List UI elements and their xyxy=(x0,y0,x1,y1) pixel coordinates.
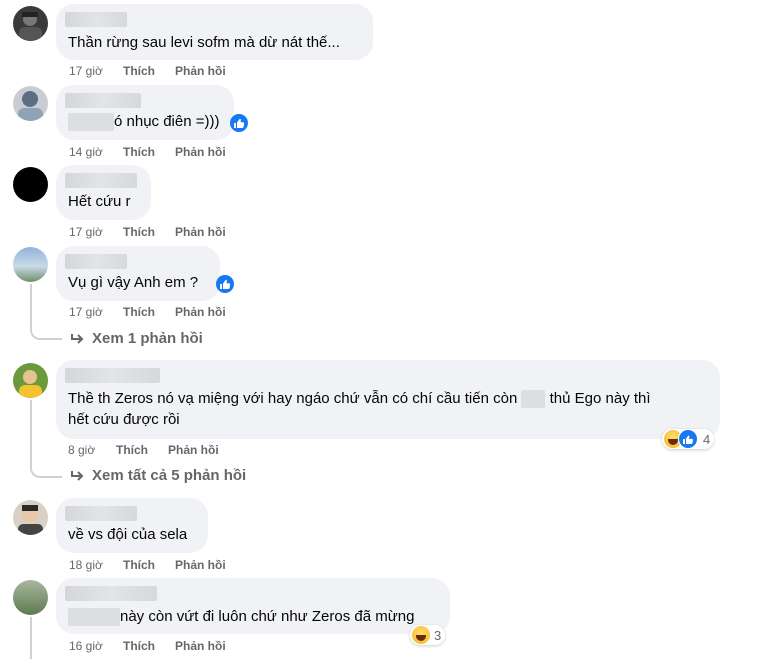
haha-reaction-icon xyxy=(412,626,430,644)
reaction-summary[interactable]: 4 xyxy=(662,429,715,449)
comment-actions: 14 giờ Thích Phản hồi xyxy=(69,145,226,159)
like-button[interactable]: Thích xyxy=(123,145,175,159)
blurred-text xyxy=(521,390,546,409)
reply-button[interactable]: Phản hồi xyxy=(168,443,219,457)
timestamp[interactable]: 17 giờ xyxy=(69,64,123,78)
like-button[interactable]: Thích xyxy=(123,558,175,572)
like-button[interactable]: Thích xyxy=(123,64,175,78)
view-replies-label: Xem 1 phản hồi xyxy=(92,330,203,347)
thread-line xyxy=(30,400,32,466)
author-name[interactable] xyxy=(65,173,137,188)
avatar[interactable] xyxy=(13,363,48,398)
comment-text: ó nhục điên =))) xyxy=(68,112,219,132)
comment-bubble: Thần rừng sau levi sofm mà dừ nát thế... xyxy=(56,4,373,60)
comment-bubble: ó nhục điên =))) xyxy=(56,85,234,140)
author-name[interactable] xyxy=(65,12,127,27)
verified-badge-icon xyxy=(230,114,248,132)
comment-bubble: Thề th Zeros nó vạ miệng với hay ngáo ch… xyxy=(56,360,720,439)
comment-actions: 17 giờ Thích Phản hồi xyxy=(69,305,226,319)
thread-connector xyxy=(30,464,62,478)
timestamp[interactable]: 16 giờ xyxy=(69,639,123,653)
like-reaction-icon xyxy=(678,429,698,449)
reaction-count: 4 xyxy=(703,431,711,447)
comment-bubble: Vụ gì vậy Anh em ? xyxy=(56,246,220,301)
reply-button[interactable]: Phản hồi xyxy=(175,64,226,78)
avatar[interactable] xyxy=(13,580,48,615)
reply-button[interactable]: Phản hồi xyxy=(175,225,226,239)
view-replies-label: Xem tất cả 5 phản hồi xyxy=(92,467,247,484)
comment-text: Hết cứu r xyxy=(68,193,131,210)
blurred-text xyxy=(68,608,120,627)
author-name[interactable] xyxy=(65,93,141,108)
timestamp[interactable]: 8 giờ xyxy=(68,443,116,457)
blurred-text xyxy=(68,113,114,132)
thread-line xyxy=(30,284,32,328)
like-button[interactable]: Thích xyxy=(116,443,168,457)
author-name[interactable] xyxy=(65,586,157,601)
comment-bubble: về vs đội của sela xyxy=(56,498,208,553)
comment-bubble: Hết cứu r xyxy=(56,165,151,220)
author-name[interactable] xyxy=(65,506,137,521)
view-replies-link[interactable]: Xem 1 phản hồi xyxy=(70,330,203,347)
author-name[interactable] xyxy=(65,254,127,269)
reply-button[interactable]: Phản hồi xyxy=(175,639,226,653)
reaction-summary[interactable]: 3 xyxy=(410,625,446,645)
comment-text-line2: hết cứu được rồi xyxy=(68,411,180,428)
verified-badge-icon xyxy=(216,275,234,293)
avatar[interactable] xyxy=(13,86,48,121)
timestamp[interactable]: 14 giờ xyxy=(69,145,123,159)
comment-text: Vụ gì vậy Anh em ? xyxy=(68,274,199,291)
reply-arrow-icon xyxy=(71,470,84,481)
avatar[interactable] xyxy=(13,247,48,282)
reply-arrow-icon xyxy=(71,333,84,344)
comment-text: này còn vứt đi luôn chứ như Zeros đã mừn… xyxy=(68,607,414,627)
timestamp[interactable]: 17 giờ xyxy=(69,225,123,239)
comment-actions: 17 giờ Thích Phản hồi xyxy=(69,64,226,78)
timestamp[interactable]: 18 giờ xyxy=(69,558,123,572)
timestamp[interactable]: 17 giờ xyxy=(69,305,123,319)
avatar[interactable] xyxy=(13,6,48,41)
comment-text: về vs đội của sela xyxy=(68,526,188,543)
comment-actions: 8 giờ Thích Phản hồi xyxy=(68,443,219,457)
reaction-count: 3 xyxy=(434,627,442,643)
like-button[interactable]: Thích xyxy=(123,305,175,319)
like-button[interactable]: Thích xyxy=(123,639,175,653)
author-name[interactable] xyxy=(65,368,160,383)
avatar[interactable] xyxy=(13,167,48,202)
comment-text: Thề th Zeros nó vạ miệng với hay ngáo ch… xyxy=(68,390,651,409)
comment-actions: 18 giờ Thích Phản hồi xyxy=(69,558,226,572)
comment-actions: 17 giờ Thích Phản hồi xyxy=(69,225,226,239)
reply-button[interactable]: Phản hồi xyxy=(175,145,226,159)
reply-button[interactable]: Phản hồi xyxy=(175,305,226,319)
avatar[interactable] xyxy=(13,500,48,535)
view-replies-link[interactable]: Xem tất cả 5 phản hồi xyxy=(70,467,246,484)
thread-line xyxy=(30,617,32,659)
comment-actions: 16 giờ Thích Phản hồi xyxy=(69,639,226,653)
thread-connector xyxy=(30,326,62,340)
comment-text: Thần rừng sau levi sofm mà dừ nát thế... xyxy=(68,34,340,51)
like-button[interactable]: Thích xyxy=(123,225,175,239)
reply-button[interactable]: Phản hồi xyxy=(175,558,226,572)
comment-bubble: này còn vứt đi luôn chứ như Zeros đã mừn… xyxy=(56,578,450,634)
